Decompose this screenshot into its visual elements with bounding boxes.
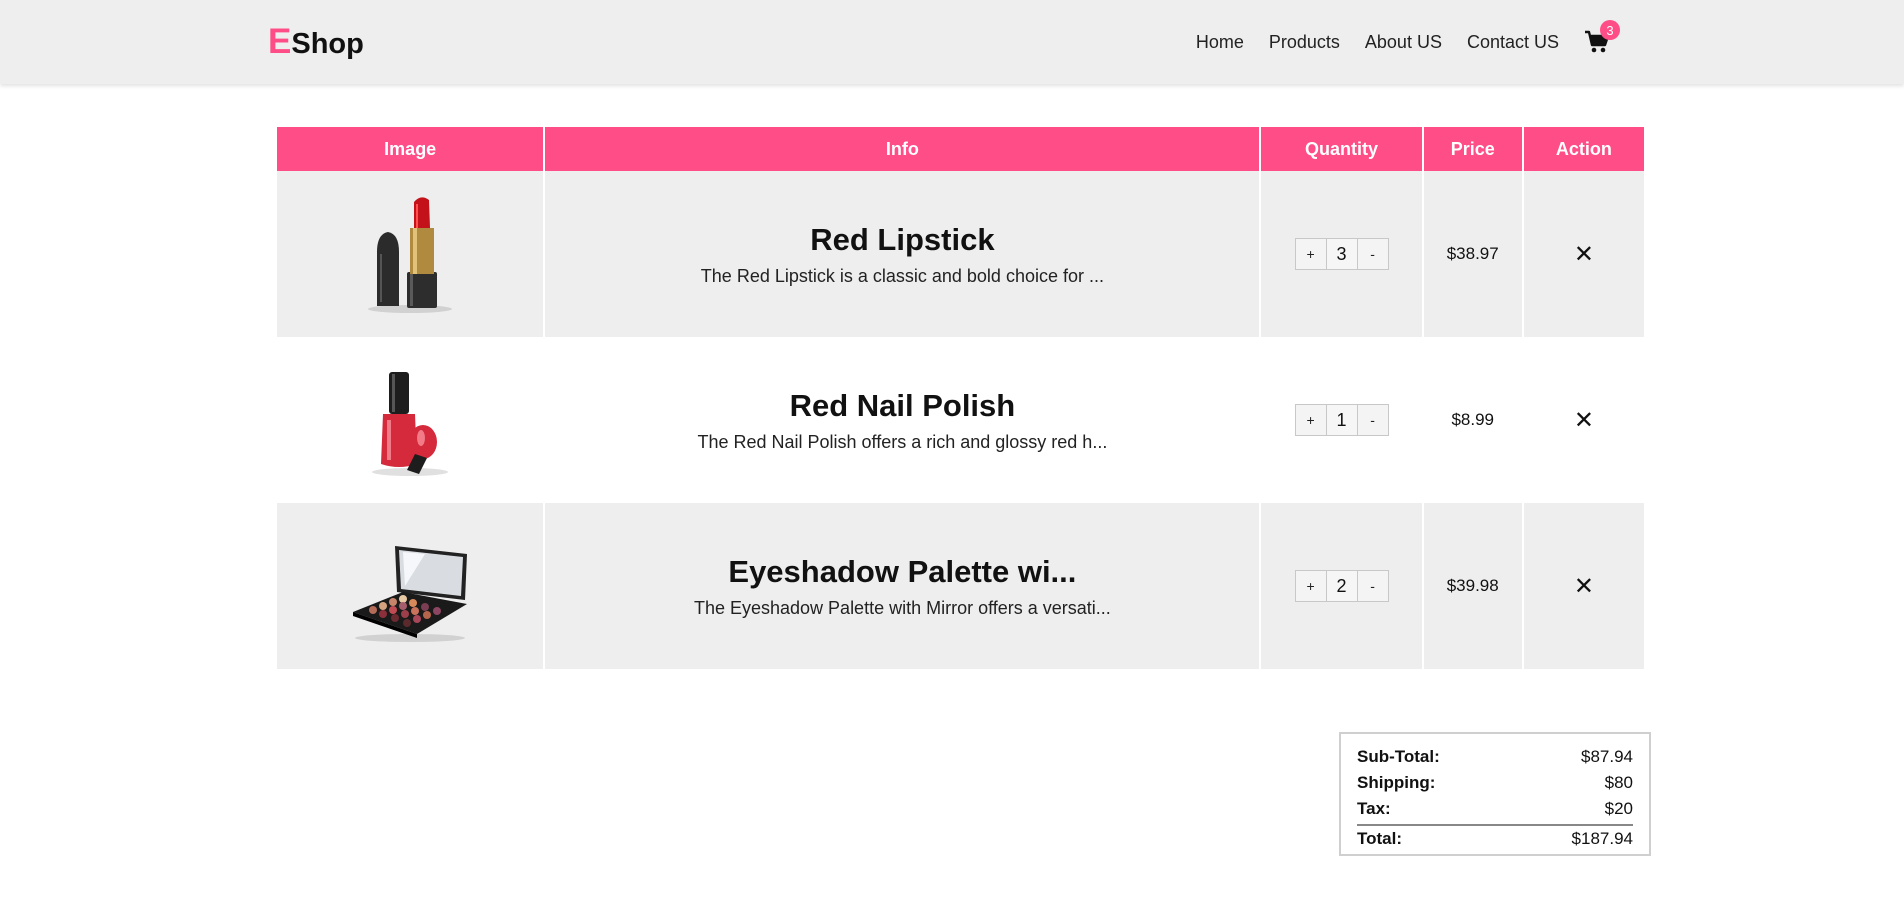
product-info-cell: Red Lipstick The Red Lipstick is a class… [543, 171, 1260, 337]
remove-item-button[interactable]: ✕ [1574, 407, 1594, 434]
order-summary: Sub-Total: $87.94 Shipping: $80 Tax: $20… [1339, 732, 1651, 856]
tax-value: $20 [1604, 799, 1633, 818]
quantity-stepper: + 3 - [1294, 238, 1389, 270]
header-info: Info [543, 127, 1260, 171]
nav-contact-link[interactable]: Contact US [1467, 32, 1559, 53]
product-image-cell [277, 171, 544, 337]
total-label: Total: [1357, 829, 1403, 848]
table-header-row: Image Info Quantity Price Action [277, 127, 1644, 171]
decrease-quantity-button[interactable]: - [1358, 239, 1388, 269]
quantity-cell: + 2 - [1259, 503, 1422, 669]
table-row: Eyeshadow Palette wi... The Eyeshadow Pa… [277, 503, 1644, 669]
nav-about-link[interactable]: About US [1365, 32, 1442, 53]
product-price: $39.98 [1446, 576, 1499, 595]
lipstick-image [368, 197, 453, 313]
decrease-quantity-button[interactable]: - [1358, 405, 1388, 435]
header-quantity: Quantity [1259, 127, 1422, 171]
total-row: Total: $187.94 [1357, 824, 1633, 852]
quantity-value: 3 [1325, 239, 1358, 269]
increase-quantity-button[interactable]: + [1296, 571, 1326, 601]
cart-table: Image Info Quantity Price Action Red Lip… [277, 127, 1644, 669]
decrease-quantity-button[interactable]: - [1358, 571, 1388, 601]
quantity-stepper: + 1 - [1294, 404, 1389, 436]
remove-item-button[interactable]: ✕ [1574, 573, 1594, 600]
subtotal-label: Sub-Total: [1357, 747, 1440, 766]
quantity-stepper: + 2 - [1294, 570, 1389, 602]
action-cell: ✕ [1521, 337, 1644, 503]
product-name[interactable]: Eyeshadow Palette wi... [545, 554, 1259, 590]
price-cell: $39.98 [1421, 503, 1522, 669]
quantity-cell: + 3 - [1259, 171, 1422, 337]
cart-count-badge: 3 [1600, 20, 1620, 40]
action-cell: ✕ [1521, 503, 1644, 669]
subtotal-value: $87.94 [1581, 747, 1633, 766]
product-description: The Red Lipstick is a classic and bold c… [700, 265, 1104, 286]
nav-home-link[interactable]: Home [1196, 32, 1244, 53]
product-description: The Red Nail Polish offers a rich and gl… [697, 431, 1108, 452]
price-cell: $8.99 [1421, 337, 1522, 503]
shipping-label: Shipping: [1357, 773, 1436, 792]
shipping-value: $80 [1604, 773, 1633, 792]
table-row: Red Lipstick The Red Lipstick is a class… [277, 171, 1644, 337]
increase-quantity-button[interactable]: + [1296, 239, 1326, 269]
product-image-cell [277, 503, 544, 669]
main-nav: Home Products About US Contact US 3 [1171, 0, 1620, 84]
brand-logo[interactable]: E Shop [268, 22, 364, 62]
site-header: E Shop Home Products About US Contact US… [0, 0, 1904, 84]
header-image: Image [277, 127, 544, 171]
quantity-value: 2 [1325, 571, 1358, 601]
total-value: $187.94 [1571, 829, 1633, 848]
tax-label: Tax: [1357, 799, 1391, 818]
product-info-cell: Red Nail Polish The Red Nail Polish offe… [543, 337, 1260, 503]
product-description: The Eyeshadow Palette with Mirror offers… [693, 597, 1111, 618]
price-cell: $38.97 [1421, 171, 1522, 337]
cart-button[interactable]: 3 [1584, 20, 1620, 54]
product-image-cell [277, 337, 544, 503]
tax-row: Tax: $20 [1357, 796, 1633, 822]
nail-polish-image [372, 372, 449, 476]
product-price: $38.97 [1446, 244, 1499, 263]
table-row: Red Nail Polish The Red Nail Polish offe… [277, 337, 1644, 503]
logo-text: Shop [291, 28, 364, 60]
logo-letter: E [268, 22, 292, 61]
product-price: $8.99 [1451, 410, 1494, 429]
header-price: Price [1421, 127, 1522, 171]
eyeshadow-palette-image [353, 546, 468, 642]
product-name[interactable]: Red Lipstick [545, 222, 1259, 258]
quantity-cell: + 1 - [1259, 337, 1422, 503]
increase-quantity-button[interactable]: + [1296, 405, 1326, 435]
subtotal-row: Sub-Total: $87.94 [1357, 744, 1633, 770]
product-info-cell: Eyeshadow Palette wi... The Eyeshadow Pa… [543, 503, 1260, 669]
nav-products-link[interactable]: Products [1269, 32, 1340, 53]
shipping-row: Shipping: $80 [1357, 770, 1633, 796]
quantity-value: 1 [1325, 405, 1358, 435]
remove-item-button[interactable]: ✕ [1574, 241, 1594, 268]
action-cell: ✕ [1521, 171, 1644, 337]
product-name[interactable]: Red Nail Polish [545, 388, 1259, 424]
header-action: Action [1521, 127, 1644, 171]
